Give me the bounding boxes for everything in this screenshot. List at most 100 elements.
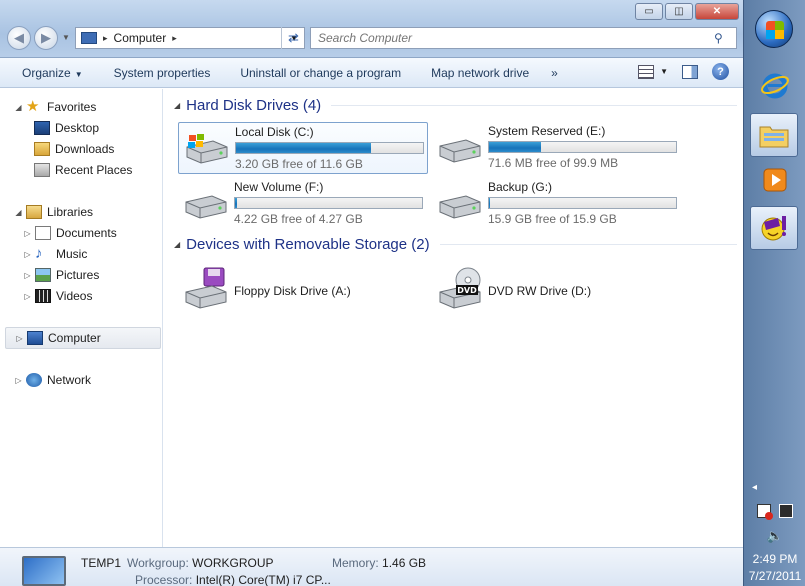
- removable-drive-name: DVD RW Drive (D:): [488, 284, 592, 298]
- drive-usage-bar: [488, 141, 677, 153]
- system-properties-button[interactable]: System properties: [94, 66, 222, 80]
- chevron-down-icon[interactable]: ▼: [660, 67, 668, 76]
- media-player-icon: [763, 168, 787, 192]
- drive-item[interactable]: Local Disk (C:) 3.20 GB free of 11.6 GB: [178, 122, 428, 174]
- workgroup-row: Workgroup: WORKGROUP: [127, 556, 274, 570]
- workgroup-value: WORKGROUP: [192, 556, 274, 570]
- collapsed-triangle-icon[interactable]: ▷: [14, 376, 23, 385]
- clock-date[interactable]: 7/27/2011: [744, 569, 805, 583]
- nav-videos[interactable]: ▷ Videos: [23, 286, 92, 306]
- windows-drive-icon: [186, 134, 228, 164]
- preview-pane-icon[interactable]: [682, 64, 698, 79]
- recent-pages-dropdown[interactable]: ▼: [62, 33, 70, 42]
- change-view-icon[interactable]: [638, 64, 655, 79]
- organize-button[interactable]: Organize ▼: [0, 66, 94, 80]
- nav-network-label: Network: [47, 373, 92, 387]
- nav-favorites[interactable]: ◢ ★ Favorites: [14, 97, 96, 117]
- caption-buttons: ▭ ◫ ✕: [635, 3, 739, 20]
- taskbar-media-player[interactable]: [758, 163, 792, 197]
- show-hidden-icons-button[interactable]: ◂: [752, 482, 757, 493]
- collapsed-triangle-icon[interactable]: ▷: [23, 271, 32, 280]
- refresh-icon: ⇄: [288, 30, 299, 45]
- nav-downloads[interactable]: Downloads: [31, 139, 114, 159]
- workgroup-label: Workgroup:: [127, 556, 189, 570]
- nav-music[interactable]: ▷ ♪ Music: [23, 244, 87, 264]
- collapsed-triangle-icon[interactable]: ▷: [15, 334, 24, 343]
- nav-computer[interactable]: ▷ Computer: [5, 327, 161, 349]
- star-icon: ★: [26, 98, 40, 115]
- group-removable-storage[interactable]: ◢ Devices with Removable Storage (2): [174, 236, 737, 253]
- desktop-icon: [34, 121, 50, 135]
- hard-drive-icon: [439, 139, 481, 163]
- volume-icon[interactable]: 🔈: [744, 528, 805, 544]
- address-bar[interactable]: ▸ Computer ▸ ▼: [75, 27, 305, 49]
- map-network-drive-button[interactable]: Map network drive: [412, 66, 540, 80]
- taskbar-internet-explorer[interactable]: [758, 68, 792, 102]
- more-commands-button[interactable]: »: [540, 66, 569, 80]
- floppy-drive-icon: [185, 267, 227, 309]
- clock-time[interactable]: 2:49 PM: [744, 552, 805, 566]
- help-icon[interactable]: ?: [712, 63, 729, 80]
- dvd-drive-icon: DVD: [439, 267, 481, 309]
- title-bar: ▭ ◫ ✕ ◀ ▶ ▼ ▸ Computer ▸ ▼ ⇄ ⚲: [0, 0, 743, 58]
- group-header: Devices with Removable Storage (2): [186, 236, 430, 253]
- computer-icon: [27, 331, 43, 345]
- drive-free-space: 71.6 MB free of 99.9 MB: [488, 156, 619, 170]
- removable-drive-item[interactable]: Floppy Disk Drive (A:): [178, 260, 428, 316]
- taskbar-yahoo-messenger[interactable]: [750, 206, 798, 250]
- expanded-triangle-icon[interactable]: ◢: [14, 208, 23, 217]
- expanded-triangle-icon[interactable]: ◢: [14, 103, 23, 112]
- group-divider: [439, 244, 737, 245]
- removable-drive-name: Floppy Disk Drive (A:): [234, 284, 351, 298]
- network-status-icon[interactable]: [779, 504, 793, 518]
- chevron-down-icon: ▼: [74, 69, 83, 79]
- nav-recent-places-label: Recent Places: [55, 163, 133, 177]
- nav-network[interactable]: ▷ Network: [14, 370, 91, 390]
- breadcrumb-separator[interactable]: ▸: [172, 33, 177, 44]
- search-icon[interactable]: ⚲: [714, 31, 730, 45]
- breadcrumb-separator[interactable]: ▸: [103, 33, 108, 44]
- nav-recent-places[interactable]: Recent Places: [31, 160, 132, 180]
- back-button[interactable]: ◀: [7, 26, 31, 50]
- drive-item[interactable]: System Reserved (E:) 71.6 MB free of 99.…: [432, 122, 682, 174]
- action-center-icon[interactable]: [757, 504, 773, 520]
- downloads-folder-icon: [34, 142, 50, 156]
- group-hard-disk-drives[interactable]: ◢ Hard Disk Drives (4): [174, 97, 737, 114]
- collapsed-triangle-icon[interactable]: ▷: [23, 292, 32, 301]
- removable-drive-item[interactable]: DVD DVD RW Drive (D:): [432, 260, 682, 316]
- collapsed-triangle-icon[interactable]: ▷: [23, 250, 32, 259]
- start-button[interactable]: [755, 10, 793, 48]
- network-icon: [26, 373, 42, 387]
- close-button[interactable]: ✕: [695, 3, 739, 20]
- nav-desktop-label: Desktop: [55, 121, 100, 135]
- minimize-button[interactable]: ▭: [635, 3, 663, 20]
- taskbar-windows-explorer[interactable]: [750, 113, 798, 157]
- computer-icon: [81, 32, 97, 44]
- refresh-button[interactable]: ⇄: [281, 27, 305, 49]
- internet-explorer-icon: [761, 73, 789, 99]
- processor-row: Processor: Intel(R) Core(TM) i7 CP...: [135, 573, 331, 586]
- recent-places-icon: [34, 163, 50, 177]
- drive-item[interactable]: Backup (G:) 15.9 GB free of 15.9 GB: [432, 178, 682, 230]
- nav-pictures-label: Pictures: [56, 268, 100, 282]
- nav-documents[interactable]: ▷ Documents: [23, 223, 117, 243]
- collapsed-triangle-icon[interactable]: ▷: [23, 229, 32, 238]
- nav-libraries[interactable]: ◢ Libraries: [14, 202, 93, 222]
- expanded-triangle-icon[interactable]: ◢: [174, 101, 180, 110]
- uninstall-program-button[interactable]: Uninstall or change a program: [221, 66, 412, 80]
- search-input[interactable]: [318, 31, 714, 45]
- nav-desktop[interactable]: Desktop: [31, 118, 99, 138]
- forward-button[interactable]: ▶: [34, 26, 58, 50]
- nav-pictures[interactable]: ▷ Pictures: [23, 265, 99, 285]
- expanded-triangle-icon[interactable]: ◢: [174, 240, 180, 249]
- documents-icon: [35, 226, 51, 240]
- taskbar: ◂ 🔈 2:49 PM 7/27/2011: [743, 0, 805, 586]
- drive-item[interactable]: New Volume (F:) 4.22 GB free of 4.27 GB: [178, 178, 428, 230]
- drive-usage-fill: [489, 142, 542, 152]
- search-box[interactable]: ⚲: [310, 27, 737, 49]
- maximize-button[interactable]: ◫: [665, 3, 693, 20]
- group-divider: [331, 105, 737, 106]
- drive-name: New Volume (F:): [234, 180, 324, 194]
- drive-name: Local Disk (C:): [235, 125, 314, 139]
- breadcrumb-computer[interactable]: Computer: [114, 31, 167, 45]
